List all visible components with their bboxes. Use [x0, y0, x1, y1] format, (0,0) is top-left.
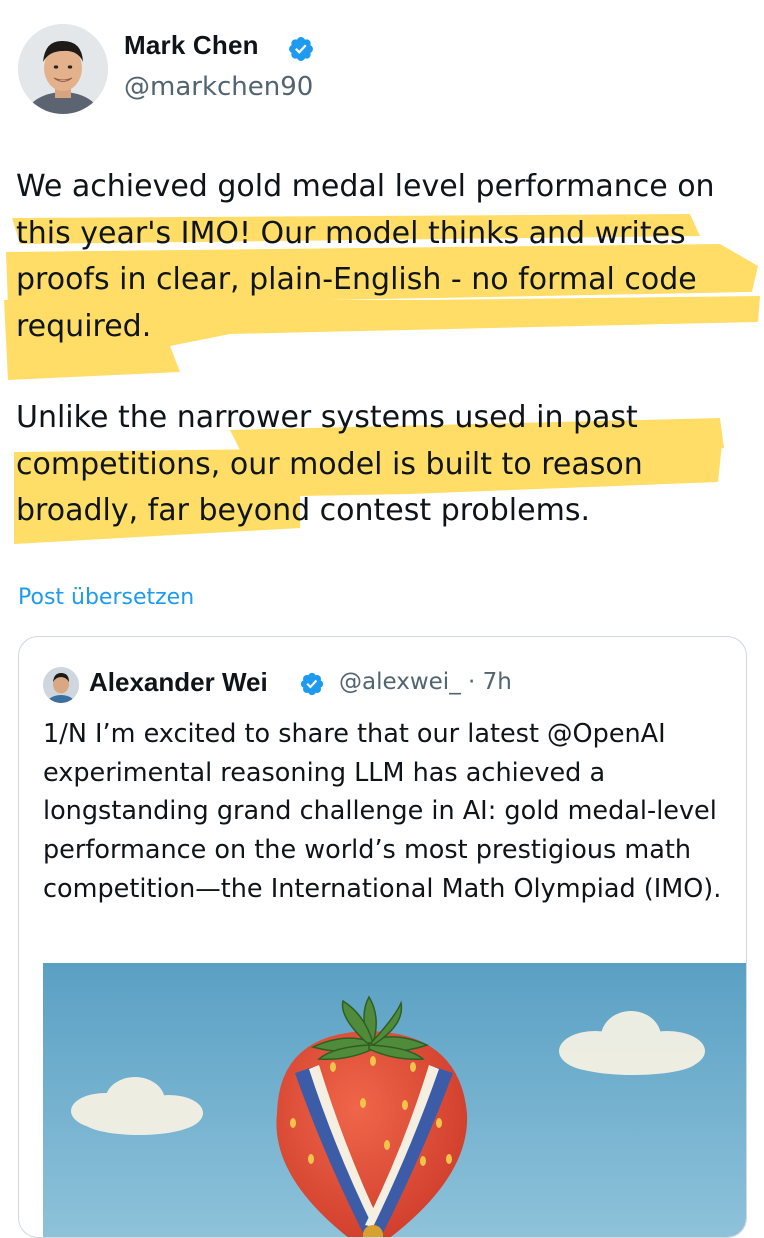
tweet: Mark Chen @markchen90 We achieved gold m… [0, 0, 764, 1238]
strawberry-medal-illustration [43, 963, 746, 1237]
quoted-author-handle-and-time[interactable]: @alexwei_ · 7h [339, 669, 512, 695]
quoted-tweet-text: 1/N I’m excited to share that our latest… [43, 719, 722, 904]
translate-post-link[interactable]: Post übersetzen [18, 585, 194, 610]
post-text-paragraph-1: We achieved gold medal level performance… [16, 169, 715, 344]
post-text-paragraph-2: Unlike the narrower systems used in past… [16, 400, 643, 528]
quoted-author-name[interactable]: Alexander Wei [89, 667, 268, 698]
verified-badge-icon [300, 672, 324, 696]
quoted-tweet-image[interactable] [43, 963, 746, 1237]
quoted-author-avatar[interactable] [43, 667, 79, 703]
quoted-tweet-card[interactable]: Alexander Wei @alexwei_ · 7h 1/N I’m exc… [18, 636, 747, 1238]
